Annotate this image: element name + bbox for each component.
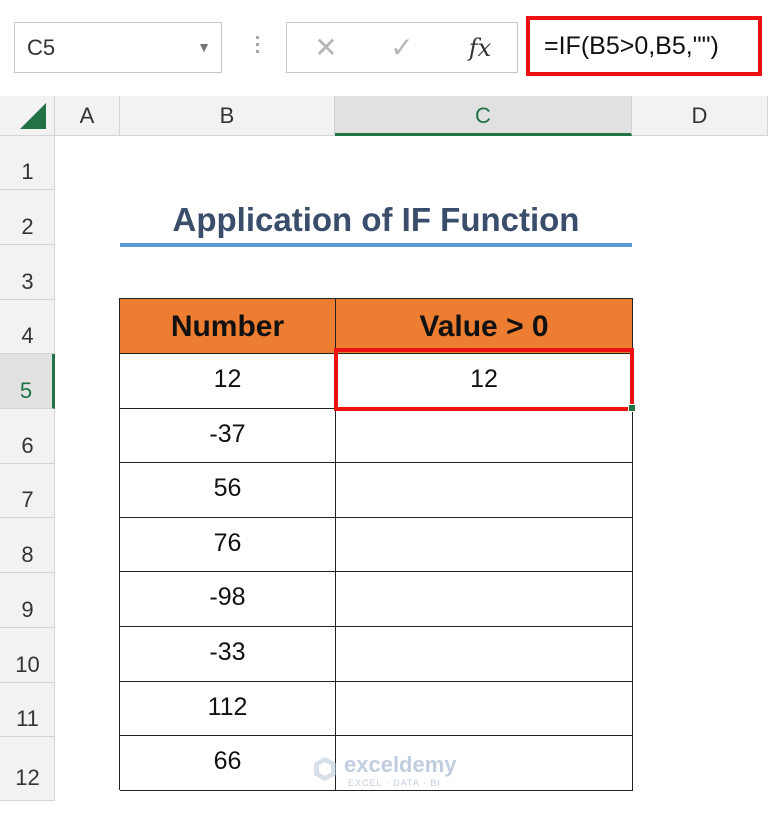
value-cell[interactable] — [336, 681, 633, 737]
number-cell[interactable]: -98 — [120, 572, 336, 627]
table-header-cell[interactable]: Number — [120, 299, 336, 354]
sheet-title: Application of IF Function — [172, 201, 580, 238]
value-cell[interactable] — [336, 627, 633, 682]
row-header-1[interactable]: 1 — [0, 136, 55, 190]
enter-icon[interactable]: ✓ — [385, 33, 419, 63]
number-cell[interactable]: -33 — [120, 627, 336, 682]
column-header-b[interactable]: B — [120, 96, 335, 136]
row-headers: 1 2 3 4 5 6 7 8 9 10 11 12 — [0, 136, 55, 801]
row-header-11[interactable]: 11 — [0, 683, 55, 737]
watermark-name: exceldemy — [344, 752, 457, 777]
row-header-2[interactable]: 2 — [0, 190, 55, 245]
row-header-5[interactable]: 5 — [0, 354, 55, 409]
more-options-icon[interactable] — [250, 32, 264, 62]
row-header-3[interactable]: 3 — [0, 245, 55, 300]
row-header-12[interactable]: 12 — [0, 737, 55, 801]
value-cell[interactable] — [336, 517, 633, 573]
column-header-c[interactable]: C — [335, 96, 632, 136]
number-cell[interactable]: 66 — [120, 736, 336, 791]
formula-bar: C5 ▼ ✕ ✓ fx =IF(B5>0,B5,"") — [0, 0, 768, 96]
column-header-a[interactable]: A — [55, 96, 120, 136]
value-cell[interactable] — [336, 408, 633, 464]
number-cell[interactable]: 12 — [120, 354, 336, 409]
fill-handle[interactable] — [628, 404, 636, 412]
select-all-icon — [20, 103, 46, 129]
row-header-7[interactable]: 7 — [0, 464, 55, 518]
name-box-value: C5 — [27, 35, 56, 60]
row-header-8[interactable]: 8 — [0, 518, 55, 573]
exceldemy-logo-icon — [314, 757, 336, 781]
table-header-cell[interactable]: Value > 0 — [336, 299, 633, 354]
number-cell[interactable]: 56 — [120, 463, 336, 518]
watermark-tagline: EXCEL · DATA · BI — [348, 778, 441, 788]
number-cell[interactable]: -37 — [120, 408, 336, 464]
row-header-9[interactable]: 9 — [0, 573, 55, 628]
value-cell[interactable] — [336, 463, 633, 518]
name-box[interactable]: C5 ▼ — [14, 22, 222, 73]
column-headers: A B C D — [0, 96, 768, 136]
data-table: Number Value > 0 12 12 -37 56 76 -98 -33 112 66 — [119, 298, 633, 791]
title-underline — [120, 243, 632, 247]
cancel-icon[interactable]: ✕ — [309, 33, 343, 63]
row-header-10[interactable]: 10 — [0, 628, 55, 683]
column-header-d[interactable]: D — [632, 96, 768, 136]
formula-buttons: ✕ ✓ fx — [286, 22, 518, 73]
row-header-6[interactable]: 6 — [0, 409, 55, 464]
value-cell[interactable] — [336, 572, 633, 627]
number-cell[interactable]: 112 — [120, 681, 336, 737]
watermark: exceldemy EXCEL · DATA · BI — [312, 752, 472, 792]
value-cell[interactable]: 12 — [336, 354, 633, 409]
row-header-4[interactable]: 4 — [0, 300, 55, 354]
insert-function-icon[interactable]: fx — [463, 33, 497, 63]
number-cell[interactable]: 76 — [120, 517, 336, 573]
formula-input[interactable]: =IF(B5>0,B5,"") — [526, 16, 762, 76]
select-all-button[interactable] — [0, 96, 55, 136]
chevron-down-icon[interactable]: ▼ — [197, 35, 211, 59]
